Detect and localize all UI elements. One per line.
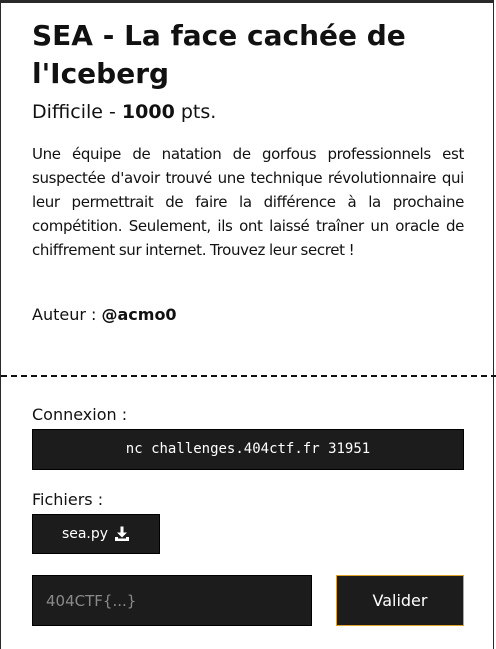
connexion-label: Connexion : bbox=[32, 405, 128, 424]
files-label: Fichiers : bbox=[32, 490, 104, 509]
challenge-title: SEA - La face cachée de l'Iceberg bbox=[32, 19, 406, 90]
points-value: 1000 bbox=[121, 101, 175, 123]
difficulty-separator: - bbox=[102, 101, 122, 123]
points-unit: pts. bbox=[174, 101, 217, 123]
challenge-card: SEA - La face cachée de l'Iceberg Diffic… bbox=[0, 0, 496, 649]
flag-input[interactable] bbox=[32, 575, 312, 626]
difficulty-line: Difficile - 1000 pts. bbox=[32, 99, 216, 125]
author-handle: @acmo0 bbox=[101, 305, 177, 324]
file-name: sea.py bbox=[61, 526, 109, 542]
file-download-button[interactable]: sea.py bbox=[32, 514, 160, 554]
difficulty-label: Difficile bbox=[32, 101, 103, 123]
connexion-command[interactable]: nc challenges.404ctf.fr 31951 bbox=[32, 429, 464, 470]
download-icon bbox=[114, 526, 130, 542]
submit-button[interactable]: Valider bbox=[336, 575, 464, 626]
author-label: Auteur : bbox=[32, 305, 102, 324]
section-divider bbox=[1, 375, 496, 377]
author-line: Auteur : @acmo0 bbox=[32, 303, 177, 327]
challenge-description: Une équipe de natation de gorfous profes… bbox=[32, 145, 464, 259]
